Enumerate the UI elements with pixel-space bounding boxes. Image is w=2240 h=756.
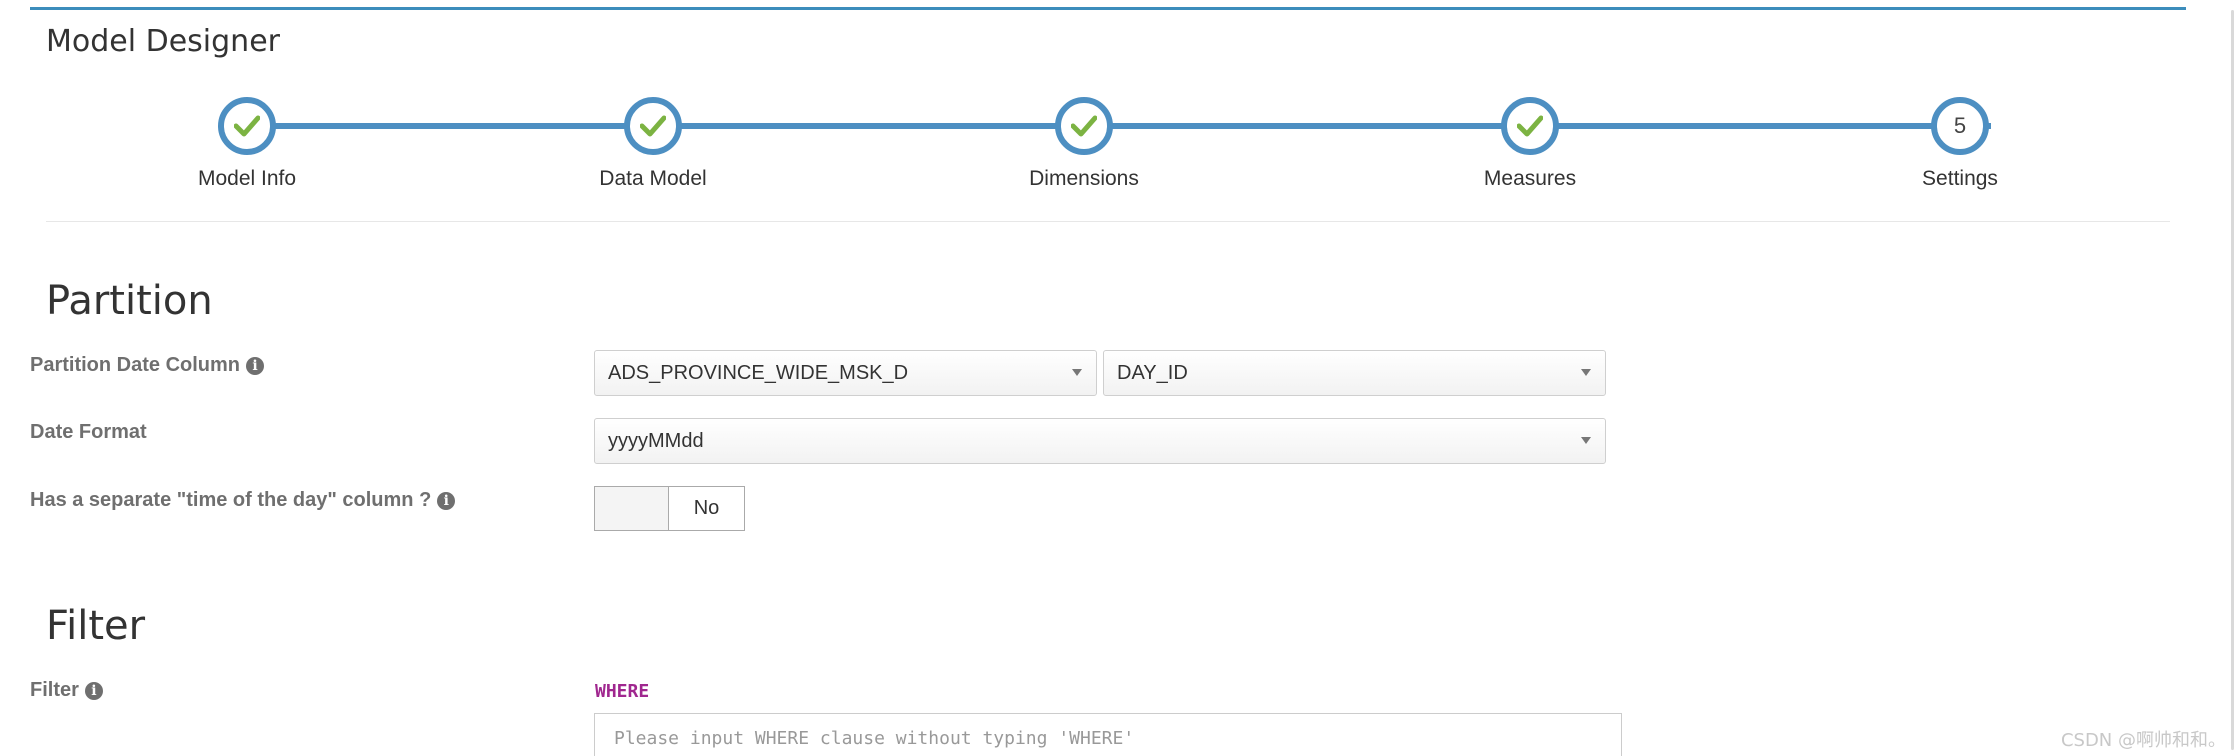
label-text: Partition Date Column xyxy=(30,354,241,376)
select-value: yyyyMMdd xyxy=(608,429,704,452)
checkmark-icon xyxy=(1071,115,1097,137)
filter-section-title: Filter xyxy=(46,603,146,649)
label-text: Date Format xyxy=(30,421,147,443)
step-label: Settings xyxy=(1922,167,1998,190)
time-of-day-toggle[interactable]: No xyxy=(594,486,745,531)
step-label: Dimensions xyxy=(1029,167,1139,190)
label-text: Has a separate "time of the day" column … xyxy=(30,489,432,511)
step-circle xyxy=(1055,97,1113,155)
select-value: ADS_PROVINCE_WIDE_MSK_D xyxy=(608,361,909,384)
toggle-label: No xyxy=(693,497,720,519)
date-format-select[interactable]: yyyyMMdd xyxy=(594,418,1606,464)
step-circle xyxy=(218,97,276,155)
caret-down-icon xyxy=(1581,369,1591,376)
info-icon[interactable]: i xyxy=(246,356,265,375)
step-number-circle: 5 xyxy=(1931,97,1989,155)
checkmark-icon xyxy=(1517,115,1543,137)
wizard-step-dimensions[interactable]: Dimensions xyxy=(984,97,1184,191)
checkmark-icon xyxy=(234,115,260,137)
step-circle xyxy=(624,97,682,155)
watermark: CSDN @啊帅和和。 xyxy=(2060,730,2226,751)
caret-down-icon xyxy=(1581,437,1591,444)
partition-date-column-label: Partition Date Column i xyxy=(30,354,265,377)
wizard-divider xyxy=(46,221,2170,222)
step-label: Data Model xyxy=(599,167,707,190)
wizard-step-data-model[interactable]: Data Model xyxy=(553,97,753,191)
page: Model Designer Model Info Data Model Dim… xyxy=(0,0,2240,756)
wizard-step-model-info[interactable]: Model Info xyxy=(147,97,347,191)
where-keyword: WHERE xyxy=(595,681,650,702)
scrollbar-thumb[interactable] xyxy=(2231,10,2234,750)
partition-section-title: Partition xyxy=(46,278,213,324)
info-icon[interactable]: i xyxy=(84,681,103,700)
filter-label: Filter i xyxy=(30,679,103,702)
step-label: Measures xyxy=(1483,167,1577,190)
page-scrollbar[interactable] xyxy=(2220,0,2240,756)
checkmark-icon xyxy=(640,115,666,137)
label-text: Filter xyxy=(30,679,79,701)
wizard-steps: Model Info Data Model Dimensions Measure… xyxy=(30,10,2186,230)
filter-input[interactable]: Please input WHERE clause without typing… xyxy=(594,713,1622,756)
time-of-day-label: Has a separate "time of the day" column … xyxy=(30,489,456,512)
wizard-step-measures[interactable]: Measures xyxy=(1430,97,1630,191)
partition-column-select[interactable]: DAY_ID xyxy=(1103,350,1606,396)
filter-placeholder: Please input WHERE clause without typing… xyxy=(614,728,1135,749)
partition-table-select[interactable]: ADS_PROVINCE_WIDE_MSK_D xyxy=(594,350,1097,396)
step-circle xyxy=(1501,97,1559,155)
wizard-step-settings[interactable]: 5 Settings xyxy=(1860,97,2060,191)
select-value: DAY_ID xyxy=(1117,361,1188,384)
info-icon[interactable]: i xyxy=(437,491,456,510)
step-label: Model Info xyxy=(197,167,297,190)
caret-down-icon xyxy=(1072,369,1082,376)
date-format-label: Date Format xyxy=(30,421,147,444)
toggle-knob xyxy=(595,487,669,530)
